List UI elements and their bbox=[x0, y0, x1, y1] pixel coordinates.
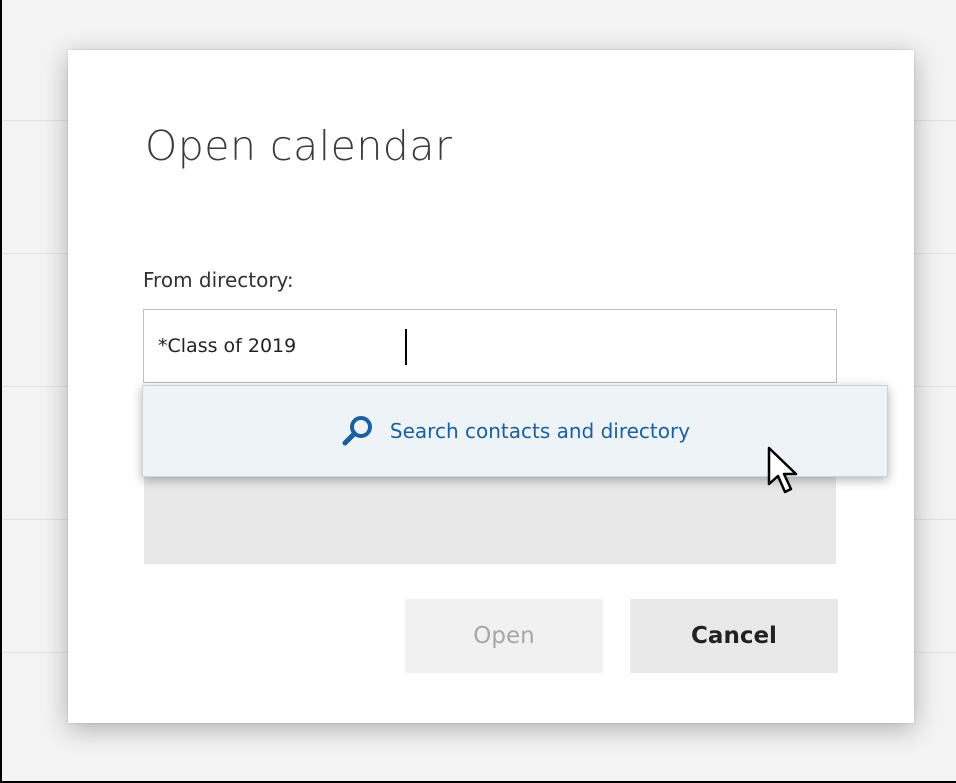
results-area bbox=[144, 468, 836, 564]
text-caret bbox=[405, 329, 407, 365]
directory-search-input[interactable] bbox=[143, 309, 837, 383]
suggestion-label: Search contacts and directory bbox=[389, 419, 691, 443]
cancel-button[interactable]: Cancel bbox=[630, 599, 838, 673]
mouse-pointer-icon bbox=[767, 446, 798, 494]
dialog-title: Open calendar bbox=[145, 122, 453, 170]
open-calendar-dialog: Open calendar From directory: Search con… bbox=[68, 50, 914, 723]
open-button[interactable]: Open bbox=[405, 599, 603, 673]
app-window: Open calendar From directory: Search con… bbox=[0, 0, 956, 783]
search-icon bbox=[342, 416, 372, 446]
from-directory-label: From directory: bbox=[143, 268, 294, 292]
